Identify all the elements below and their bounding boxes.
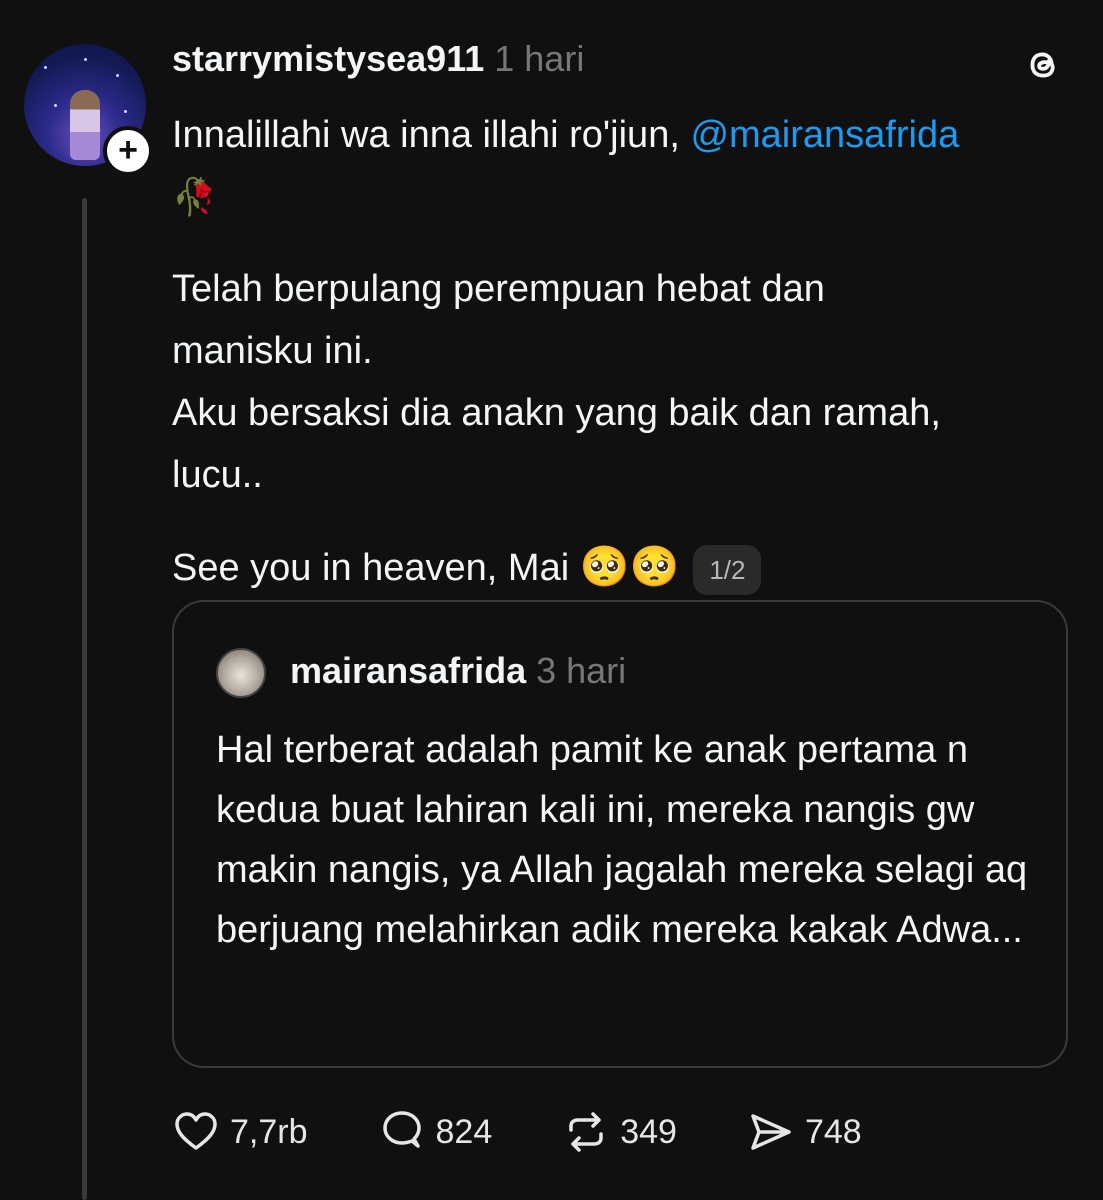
heart-icon [175,1112,217,1150]
post-username[interactable]: starrymistysea911 [172,38,484,80]
post-last-line: See you in heaven, Mai [172,547,580,589]
quoted-username[interactable]: mairansafrida [290,650,526,692]
post-para3-line1: Aku bersaksi dia anakn yang baik dan ram… [172,392,941,434]
like-button[interactable]: 7,7rb [172,1108,308,1156]
send-icon [751,1114,791,1150]
post-para2-line2: manisku ini. [172,330,373,372]
post-time: 1 hari [494,38,585,79]
quoted-text: Hal terberat adalah pamit ke anak pertam… [216,729,1028,951]
mention-link[interactable]: @mairansafrida [690,114,959,156]
thread-line [82,198,87,1200]
wilted-rose-emoji: 🥀 [172,176,217,217]
repost-button[interactable]: 349 [562,1108,677,1156]
share-count: 748 [804,1112,862,1151]
reply-button[interactable]: 824 [378,1108,493,1156]
comment-icon [382,1111,421,1148]
post-body: Innalillahi wa inna illahi ro'jiun, @mai… [172,104,1072,599]
share-button[interactable]: 748 [747,1108,862,1156]
threads-icon[interactable] [1020,42,1066,88]
follow-plus-icon[interactable]: + [103,126,153,176]
post-header: starrymistysea911 1 hari [172,38,584,88]
post-para3-line2: lucu.. [172,454,263,496]
like-count: 7,7rb [230,1112,308,1151]
quoted-post-header: mairansafrida 3 hari [290,650,626,692]
reply-count: 824 [435,1112,493,1151]
page-indicator: 1/2 [693,544,762,595]
thread-post: + starrymistysea911 1 hari Innalillahi w… [0,0,1103,1200]
post-line-1: Innalillahi wa inna illahi ro'jiun, [172,114,691,156]
quoted-post[interactable]: mairansafrida 3 hari Hal terberat adalah… [172,600,1068,1068]
post-para2-line1: Telah berpulang perempuan hebat dan [172,268,825,310]
quoted-time: 3 hari [536,650,627,691]
quoted-user-avatar[interactable] [216,648,266,698]
repost-count: 349 [620,1112,677,1151]
repost-icon [569,1112,603,1152]
action-bar: 7,7rb 824 349 748 [172,1108,932,1156]
pleading-face-emojis: 🥺🥺 [579,545,680,589]
